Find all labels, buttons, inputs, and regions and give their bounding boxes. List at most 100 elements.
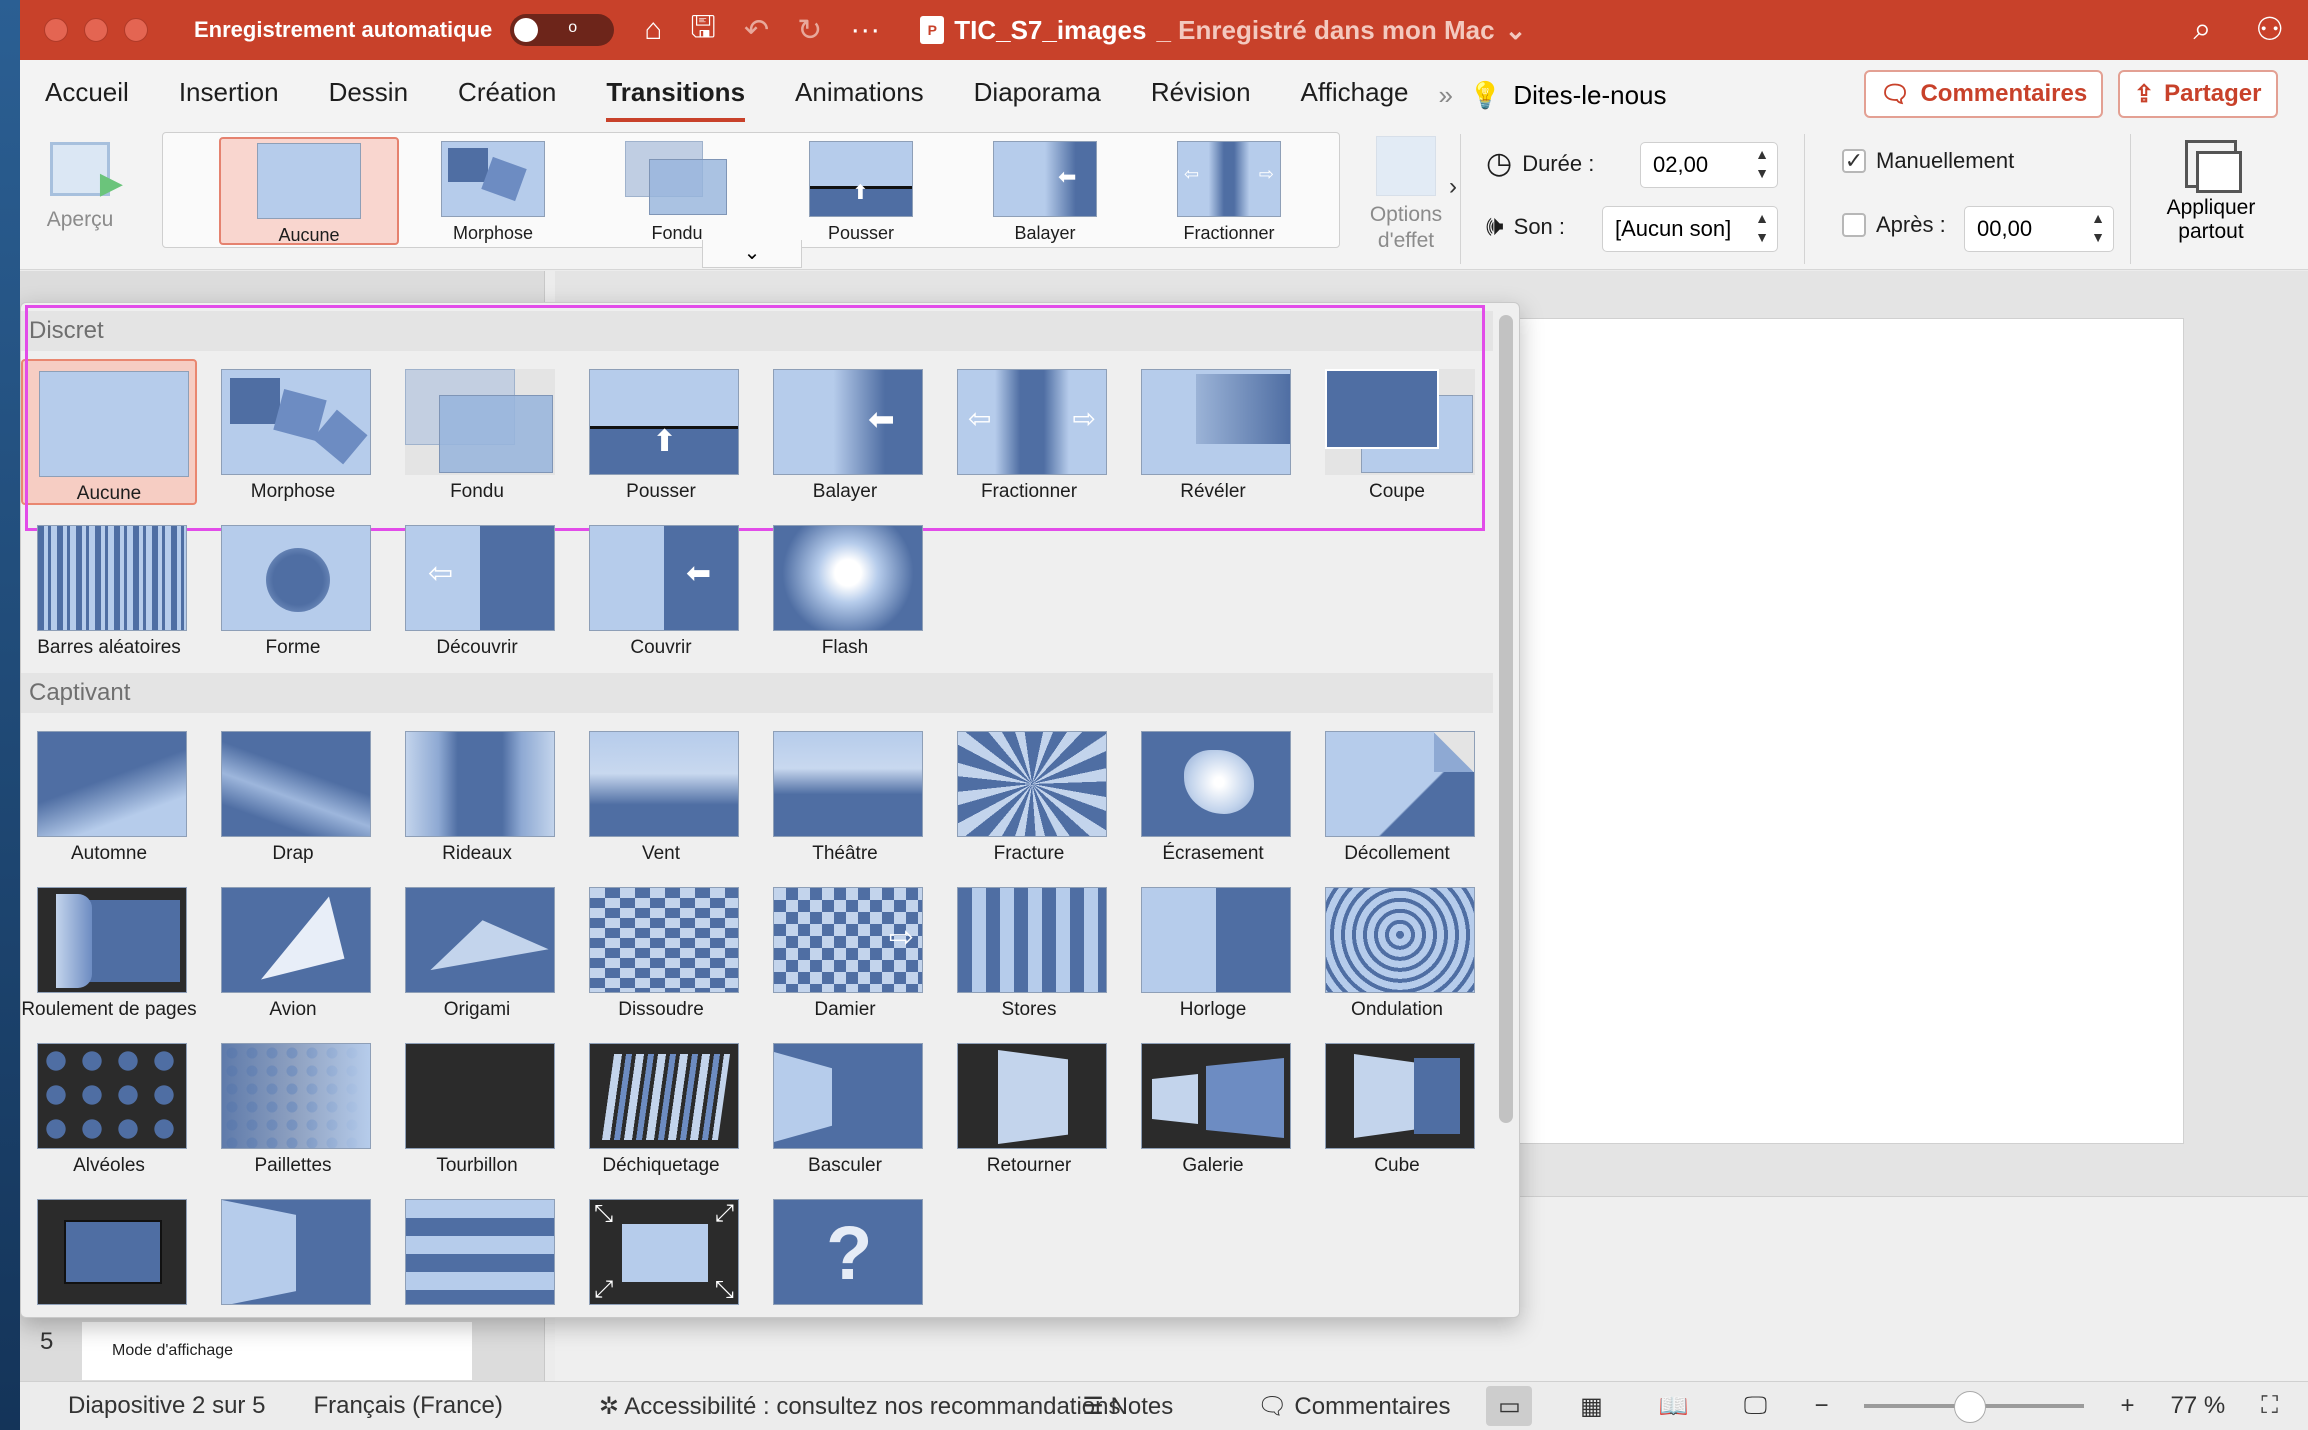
transition-flash[interactable]: Flash [757,515,933,661]
tab-affichage[interactable]: Affichage [1301,60,1409,130]
transition-vent[interactable]: Vent [573,721,749,867]
transition-tile-row4-2[interactable] [205,1189,381,1317]
comments-status-button[interactable]: 🗨 Commentaires [1209,1392,1450,1421]
more-tabs-icon[interactable]: » [1438,80,1452,111]
transition-tile-row4-4[interactable]: ⤡ ⤢ ⤢ ⤡ [573,1189,749,1317]
zoom-level[interactable]: 77 % [2170,1392,2225,1420]
stepper-arrows-icon[interactable]: ▲ ▼ [2091,209,2105,247]
autosave-toggle[interactable]: o [510,14,615,46]
transition-coupe[interactable]: Coupe [1309,359,1485,505]
comments-button[interactable]: 🗨 Commentaires [1864,70,2104,118]
document-title[interactable]: P TIC_S7_images _ Enregistré dans mon Ma… [920,15,1526,46]
gallery-item-aucune[interactable]: Aucune [219,137,399,245]
transition-tile-row4-5[interactable]: ? [757,1189,933,1317]
zoom-slider[interactable] [1864,1391,2085,1423]
zoom-window-button[interactable] [124,18,148,42]
gallery-item-balayer[interactable]: ⬅ Balayer [955,137,1135,245]
transition-aucune[interactable]: Aucune [21,359,197,505]
transition-tile-row4-3[interactable] [389,1189,565,1317]
dropdown-scrollbar[interactable] [1499,315,1513,1123]
tab-transitions[interactable]: Transitions [606,60,745,130]
transition-horloge[interactable]: Horloge [1125,877,1301,1023]
minimize-window-button[interactable] [84,18,108,42]
tab-revision[interactable]: Révision [1151,60,1251,130]
transition-fractionner[interactable]: ⇦ ⇨ Fractionner [941,359,1117,505]
transition-tourbillon[interactable]: Tourbillon [389,1033,565,1179]
transition-forme[interactable]: Forme [205,515,381,661]
more-icon[interactable]: ··· [850,13,880,47]
transition-reveler[interactable]: Révéler [1125,359,1301,505]
tab-insertion[interactable]: Insertion [179,60,279,130]
normal-view-icon[interactable]: ▭ [1486,1386,1533,1426]
document-name: TIC_S7_images [954,14,1147,45]
notes-button[interactable]: ☰ Notes [1034,1392,1173,1421]
tab-diaporama[interactable]: Diaporama [974,60,1101,130]
transition-roulement-de-pages[interactable]: Roulement de pages [21,877,197,1023]
undo-icon[interactable]: ↶ [744,13,769,48]
transition-dechiquetage[interactable]: Déchiquetage [573,1033,749,1179]
slideshow-icon[interactable]: 🖵 [1732,1386,1778,1426]
gallery-expand-button[interactable]: ⌄ [702,240,802,268]
gallery-item-pousser[interactable]: ⬆ Pousser [771,137,951,245]
transition-morphose[interactable]: Morphose [205,359,381,505]
home-icon[interactable]: ⌂ [644,13,662,47]
transition-ecrasement[interactable]: Écrasement [1125,721,1301,867]
fit-window-icon[interactable]: ⛶ [2261,1392,2278,1420]
slide-canvas[interactable] [1470,318,2184,1144]
manual-checkbox[interactable]: ✓ [1842,148,1866,173]
transition-galerie[interactable]: Galerie [1125,1033,1301,1179]
slide-sorter-icon[interactable]: ▦ [1568,1386,1614,1426]
transition-decollement[interactable]: Décollement [1309,721,1485,867]
share-button[interactable]: ⇪ Partager [2118,70,2278,118]
transition-paillettes[interactable]: Paillettes [205,1033,381,1179]
effect-options-button[interactable]: Options d'effet [1346,136,1466,254]
gallery-item-fractionner[interactable]: ⇦ ⇨ Fractionner [1139,137,1319,245]
duration-field[interactable]: 02,00 ▲ ▼ [1640,142,1778,188]
transition-drap[interactable]: Drap [205,721,381,867]
transition-rideaux[interactable]: Rideaux [389,721,565,867]
search-icon[interactable]: ⌕ [2193,10,2211,48]
transition-basculer[interactable]: Basculer [757,1033,933,1179]
transition-alveoles[interactable]: Alvéoles [21,1033,197,1179]
transition-cube[interactable]: Cube [1309,1033,1485,1179]
after-checkbox[interactable] [1842,213,1866,237]
transition-couvrir[interactable]: ⬅ Couvrir [573,515,749,661]
tell-me-box[interactable]: 💡 Dites-le-nous [1469,80,1667,111]
slide-thumbnail[interactable]: Mode d'affichage [82,1322,472,1380]
transition-stores[interactable]: Stores [941,877,1117,1023]
language-status[interactable]: Français (France) [313,1392,502,1420]
stepper-arrows-icon[interactable]: ▲ ▼ [1755,145,1769,183]
transition-barres-aleatoires[interactable]: Barres aléatoires [21,515,197,661]
transition-pousser[interactable]: ⬆ Pousser [573,359,749,505]
transition-theatre[interactable]: Théâtre [757,721,933,867]
gallery-item-fondu[interactable]: Fondu [587,137,767,245]
close-window-button[interactable] [44,18,68,42]
redo-icon[interactable]: ↻ [797,13,822,48]
reading-view-icon[interactable]: 📖 [1650,1386,1696,1426]
sound-select[interactable]: [Aucun son] ▲ ▼ [1602,206,1778,252]
transition-dissoudre[interactable]: Dissoudre [573,877,749,1023]
tab-creation[interactable]: Création [458,60,556,130]
apply-all-button[interactable]: Appliquer partout [2146,140,2276,244]
tab-animations[interactable]: Animations [795,60,924,130]
transition-avion[interactable]: Avion [205,877,381,1023]
transition-damier[interactable]: ⇨ Damier [757,877,933,1023]
gallery-item-morphose[interactable]: Morphose [403,137,583,245]
zoom-in-icon[interactable]: + [2120,1392,2134,1420]
share-people-icon[interactable]: ⚇ [2255,10,2284,48]
transition-decouvrir[interactable]: ⇦ Découvrir [389,515,565,661]
zoom-out-icon[interactable]: − [1814,1392,1828,1420]
transition-origami[interactable]: Origami [389,877,565,1023]
tab-dessin[interactable]: Dessin [329,60,408,130]
transition-fondu[interactable]: Fondu [389,359,565,505]
transition-balayer[interactable]: ⬅ Balayer [757,359,933,505]
tab-accueil[interactable]: Accueil [45,60,129,130]
preview-button[interactable]: Aperçu [34,142,126,232]
save-icon[interactable]: 🖫 [690,5,716,56]
after-field[interactable]: 00,00 ▲ ▼ [1964,206,2114,252]
transition-ondulation[interactable]: Ondulation [1309,877,1485,1023]
transition-fracture[interactable]: Fracture [941,721,1117,867]
transition-retourner[interactable]: Retourner [941,1033,1117,1179]
transition-automne[interactable]: Automne [21,721,197,867]
transition-tile-row4-1[interactable] [21,1189,197,1317]
